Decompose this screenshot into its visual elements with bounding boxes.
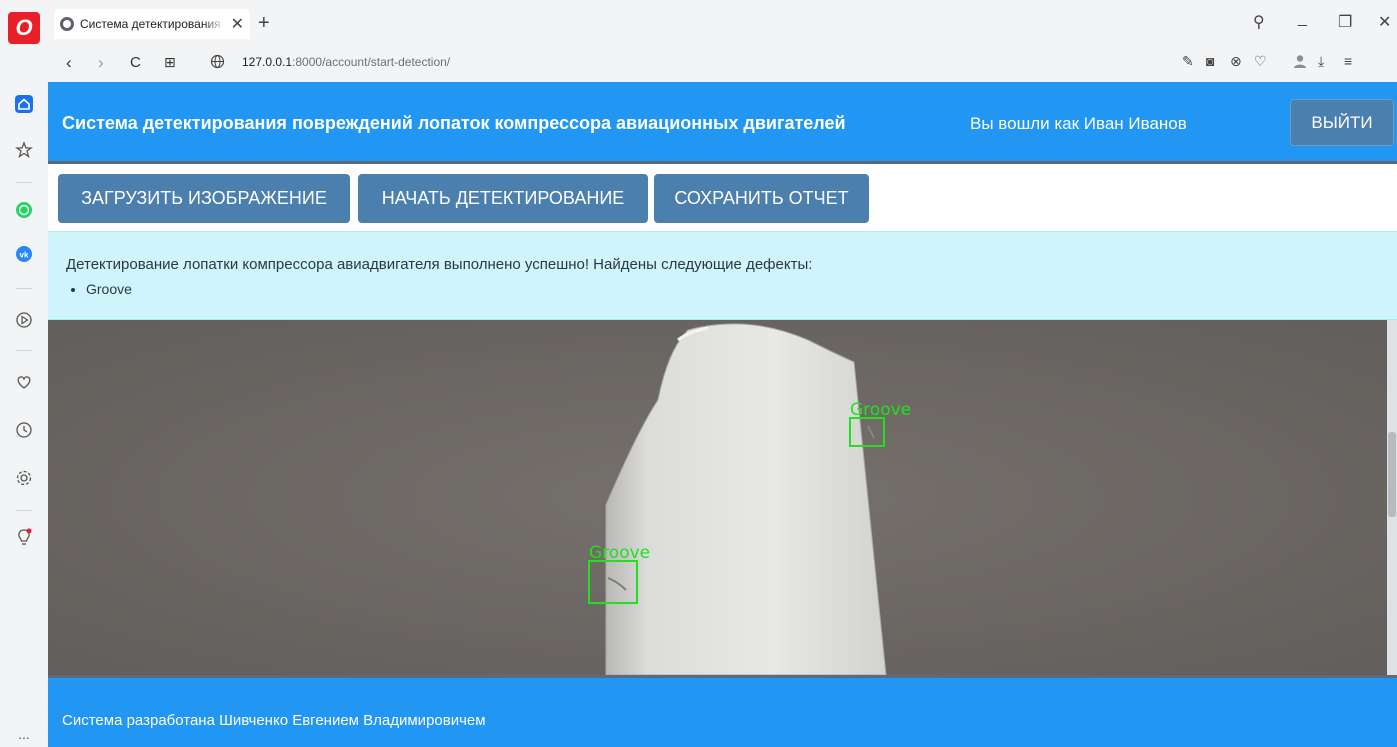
detection-result-alert: Детектирование лопатки компрессора авиад… <box>48 232 1397 320</box>
rail-divider <box>16 182 32 183</box>
easy-setup-menu-icon[interactable]: ≡ <box>1344 53 1352 69</box>
favorite-heart-icon[interactable]: ♡ <box>1254 53 1267 70</box>
player-icon[interactable] <box>12 308 36 332</box>
minimize-button[interactable]: _ <box>1298 10 1307 28</box>
reload-button[interactable]: C <box>130 54 141 71</box>
forward-button[interactable]: › <box>98 53 104 73</box>
site-footer: Система разработана Шивченко Евгением Вл… <box>48 675 1397 747</box>
edit-icon[interactable]: ✎ <box>1182 53 1194 70</box>
tab-bar: Система детектирования п ✕ + ⚲ _ ❐ ✕ <box>48 0 1397 44</box>
close-window-button[interactable]: ✕ <box>1378 12 1391 32</box>
alert-message: Детектирование лопатки компрессора авиад… <box>66 256 813 273</box>
bookmarks-icon[interactable] <box>12 138 36 162</box>
snapshot-camera-icon[interactable]: ◙ <box>1206 53 1214 69</box>
blade-photo: Groove Groove <box>48 320 1397 675</box>
image-scrollbar[interactable] <box>1387 320 1397 675</box>
start-detection-button[interactable]: НАЧАТЬ ДЕТЕКТИРОВАНИЕ <box>358 174 648 223</box>
url-field[interactable]: 127.0.0.1:8000/account/start-detection/ <box>242 55 450 69</box>
page-title: Система детектирования повреждений лопат… <box>62 113 846 133</box>
web-page: Система детектирования повреждений лопат… <box>48 82 1397 747</box>
upload-image-button[interactable]: ЗАГРУЗИТЬ ИЗОБРАЖЕНИЕ <box>58 174 350 223</box>
detection-label: Groove <box>589 543 650 563</box>
logout-button[interactable]: ВЫЙТИ <box>1290 99 1394 146</box>
detection-image: Groove Groove <box>48 320 1397 675</box>
site-info-globe-icon[interactable] <box>210 54 225 74</box>
restore-button[interactable]: ❐ <box>1338 12 1352 32</box>
address-bar: ‹ › C ⊞ 127.0.0.1:8000/account/start-det… <box>48 44 1397 82</box>
detection-label: Groove <box>850 400 911 420</box>
defect-list-item: Groove <box>86 281 132 297</box>
lightbulb-icon[interactable] <box>12 526 36 550</box>
tab-search-icon[interactable]: ⚲ <box>1253 12 1265 32</box>
vk-icon[interactable]: vk <box>12 242 36 266</box>
tab-favicon-icon <box>60 17 74 31</box>
rail-divider <box>16 510 32 511</box>
save-report-button[interactable]: СОХРАНИТЬ ОТЧЕТ <box>654 174 869 223</box>
tab-title: Система детектирования п <box>80 17 225 31</box>
footer-credits: Система разработана Шивченко Евгением Вл… <box>62 712 486 729</box>
back-button[interactable]: ‹ <box>66 53 72 73</box>
speed-dial-grid-icon[interactable]: ⊞ <box>164 54 176 71</box>
opera-logo[interactable]: O <box>8 12 40 44</box>
settings-gear-icon[interactable] <box>12 466 36 490</box>
home-icon[interactable] <box>12 92 36 116</box>
rail-divider <box>16 288 32 289</box>
defect-list: Groove <box>86 281 132 297</box>
rail-divider <box>16 350 32 351</box>
url-path: :8000/account/start-detection/ <box>292 55 451 69</box>
more-icon[interactable]: ... <box>12 722 36 746</box>
browser-tab[interactable]: Система детектирования п ✕ <box>54 9 250 39</box>
whatsapp-icon[interactable] <box>12 198 36 222</box>
svg-text:vk: vk <box>20 251 29 260</box>
tab-close-icon[interactable]: ✕ <box>231 14 244 34</box>
action-toolbar: ЗАГРУЗИТЬ ИЗОБРАЖЕНИЕ НАЧАТЬ ДЕТЕКТИРОВА… <box>48 164 1397 232</box>
scrollbar-thumb[interactable] <box>1388 432 1396 517</box>
adblock-icon[interactable]: ⊗ <box>1230 53 1242 70</box>
site-header: Система детектирования повреждений лопат… <box>48 82 1397 164</box>
browser-sidebar: O vk ... <box>0 0 48 747</box>
downloads-icon[interactable]: ⤓ <box>1318 53 1324 70</box>
new-tab-button[interactable]: + <box>258 12 270 35</box>
history-icon[interactable] <box>12 418 36 442</box>
heart-icon[interactable] <box>12 370 36 394</box>
logged-in-user-text: Вы вошли как Иван Иванов <box>970 114 1187 133</box>
profile-avatar-icon[interactable] <box>1292 53 1308 72</box>
url-host: 127.0.0.1 <box>242 55 293 69</box>
